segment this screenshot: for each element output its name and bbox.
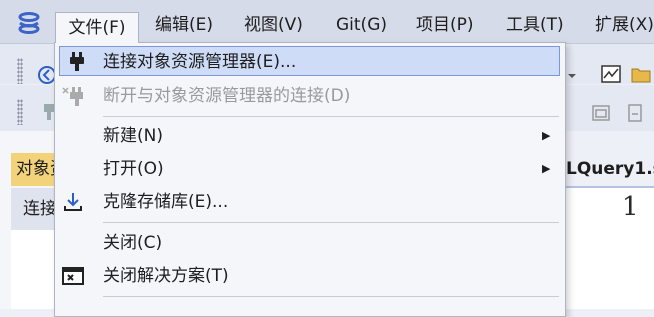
query-editor[interactable]	[560, 188, 654, 309]
menu-item-connect-object-explorer[interactable]: 连接对象资源管理器(E)...	[55, 46, 565, 78]
menu-item-open[interactable]: 打开(O) ▶	[55, 153, 565, 185]
object-explorer-connect[interactable]: 连接	[11, 188, 59, 230]
menu-item-label: 新建(N)	[103, 126, 163, 146]
menu-extensions[interactable]: 扩展(X)	[595, 11, 654, 39]
activity-monitor-icon[interactable]	[600, 63, 622, 85]
menu-separator	[103, 116, 559, 117]
menu-item-close-solution[interactable]: 关闭解决方案(T)	[55, 260, 565, 292]
submenu-arrow-icon: ▶	[542, 162, 551, 175]
submenu-arrow-icon: ▶	[542, 129, 551, 142]
menu-item-disconnect-object-explorer: 断开与对象资源管理器的连接(D)	[55, 80, 565, 112]
folder-icon[interactable]	[630, 63, 652, 85]
menu-item-clone-repository[interactable]: 克隆存储库(E)...	[55, 186, 565, 218]
menu-separator	[103, 296, 559, 297]
close-solution-icon	[62, 267, 84, 285]
menu-separator	[103, 222, 559, 223]
file-menu-dropdown: 连接对象资源管理器(E)... 断开与对象资源管理器的连接(D) 新建(N) ▶…	[54, 42, 566, 317]
object-explorer-tab[interactable]: 对象资源管理器	[11, 153, 59, 186]
menu-item-label: 关闭解决方案(T)	[103, 266, 229, 286]
menu-item-new[interactable]: 新建(N) ▶	[55, 120, 565, 152]
toolbar-grip[interactable]	[17, 99, 23, 125]
menu-item-label: 打开(O)	[103, 159, 164, 179]
document-icon[interactable]	[624, 102, 646, 124]
menu-item-label: 断开与对象资源管理器的连接(D)	[103, 86, 351, 106]
menu-edit[interactable]: 编辑(E)	[155, 11, 213, 39]
dropdown-arrow-icon[interactable]	[566, 64, 578, 86]
menu-item-label: 连接对象资源管理器(E)...	[103, 52, 297, 72]
toolbar-grip[interactable]	[17, 58, 23, 84]
menu-view[interactable]: 视图(V)	[244, 11, 303, 39]
query-tab-label[interactable]: LQuery1.s	[566, 154, 654, 184]
window-layout-icon[interactable]	[590, 102, 612, 124]
menu-item-label: 关闭(C)	[103, 233, 163, 253]
menu-file[interactable]: 文件(F)	[55, 12, 139, 43]
editor-line-number: 1	[622, 192, 639, 222]
menu-git[interactable]: Git(G)	[336, 11, 387, 39]
menu-tools[interactable]: 工具(T)	[506, 11, 564, 39]
ssms-logo-icon[interactable]	[17, 12, 41, 34]
menu-project[interactable]: 项目(P)	[416, 11, 474, 39]
menu-bar: 文件(F) 编辑(E) 视图(V) Git(G) 项目(P) 工具(T) 扩展(…	[0, 0, 654, 44]
menu-item-label: 克隆存储库(E)...	[103, 192, 229, 212]
plug-icon	[70, 52, 84, 71]
menu-item-close[interactable]: 关闭(C)	[55, 227, 565, 259]
object-explorer-tree	[11, 230, 59, 309]
download-icon	[64, 193, 82, 211]
unplug-icon	[62, 87, 83, 106]
